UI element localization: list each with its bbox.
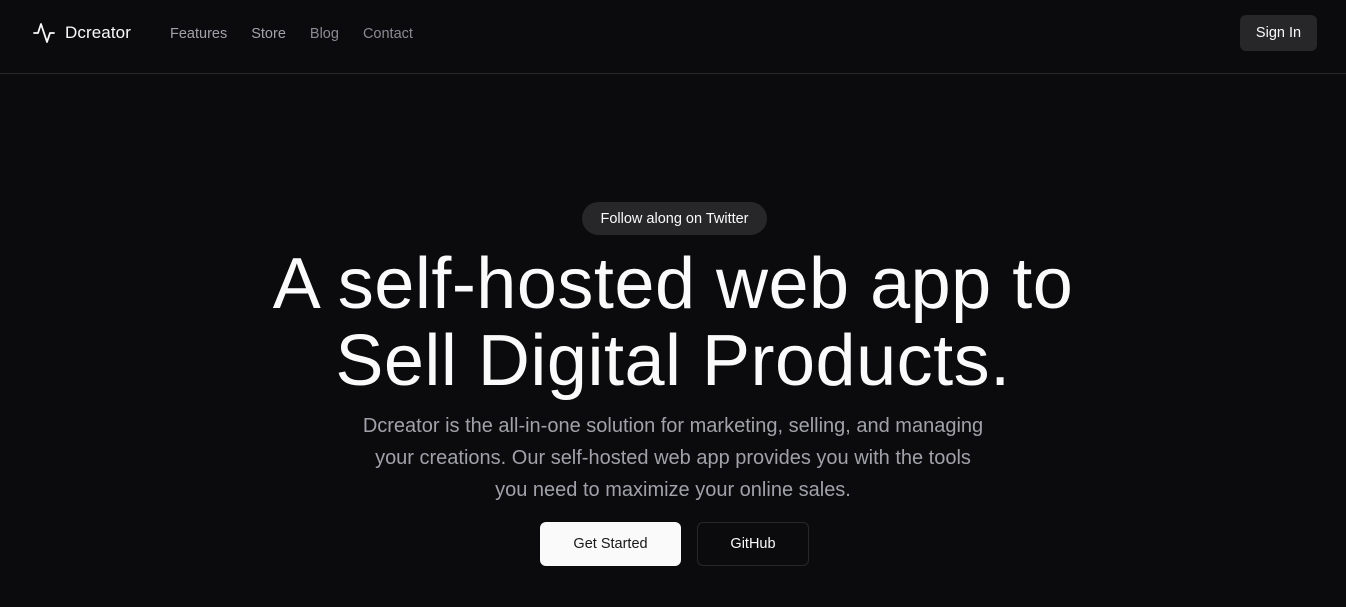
main-nav: Features Store Blog Contact [170,24,437,44]
nav-link-store[interactable]: Store [251,24,286,44]
hero-description-line-1: Dcreator is the all-in-one solution for … [362,415,984,437]
site-header: Dcreator Features Store Blog Contact Sig… [0,0,1346,74]
github-button[interactable]: GitHub [697,522,809,566]
activity-icon [32,21,56,45]
hero-headline: A self-hosted web app to Sell Digital Pr… [0,246,1346,400]
hero-description: Dcreator is the all-in-one solution for … [323,410,1023,506]
brand-link[interactable]: Dcreator [32,20,131,46]
landing-page: Dcreator Features Store Blog Contact Sig… [0,0,1346,607]
hero-description-line-2: your creations. Our self-hosted web app … [375,447,971,469]
nav-link-blog[interactable]: Blog [310,24,339,44]
hero-headline-line-1: A self-hosted web app to [272,244,1074,324]
hero-description-line-3: you need to maximize your online sales. [495,479,851,501]
hero-headline-line-2: Sell Digital Products. [335,321,1011,401]
nav-link-features[interactable]: Features [170,24,227,44]
nav-link-contact[interactable]: Contact [363,24,413,44]
twitter-follow-badge[interactable]: Follow along on Twitter [582,202,767,235]
sign-in-button[interactable]: Sign In [1240,15,1317,51]
get-started-button[interactable]: Get Started [540,522,681,566]
brand-name: Dcreator [65,23,131,42]
